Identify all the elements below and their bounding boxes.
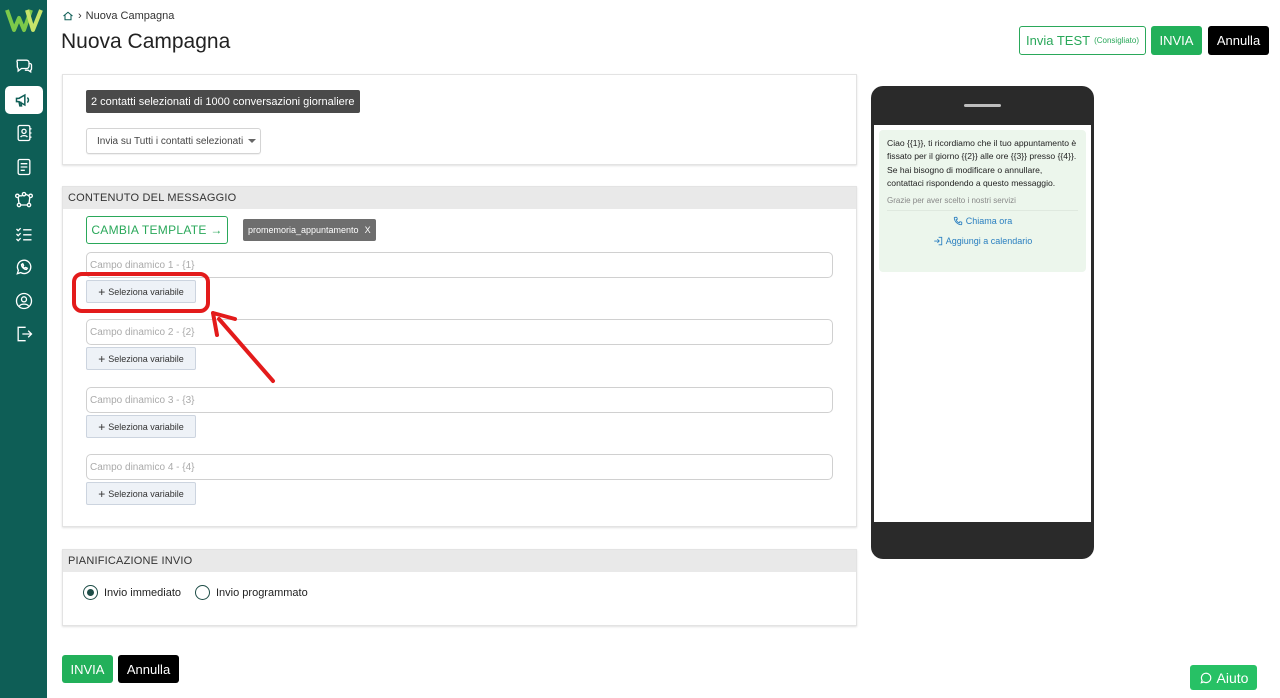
preview-calendar-label: Aggiungi a calendario <box>945 235 1033 246</box>
checklist-icon[interactable] <box>5 220 43 248</box>
dynamic-field-1-input[interactable] <box>90 259 832 271</box>
phone-speaker <box>964 104 1001 107</box>
dynamic-field-3-input[interactable] <box>90 394 832 406</box>
send-button-bottom[interactable]: INVIA <box>62 655 113 683</box>
preview-call-button: Chiama ora <box>887 211 1078 231</box>
login-arrow-icon <box>933 236 942 245</box>
preview-calendar-button: Aggiungi a calendario <box>887 231 1078 251</box>
select-variable-button-1[interactable]: + Seleziona variabile <box>86 280 196 303</box>
template-chip: promemoria_appuntamento X <box>243 219 376 241</box>
send-test-hint: (Consigliato) <box>1094 36 1139 45</box>
select-variable-button-3[interactable]: + Seleziona variabile <box>86 415 196 438</box>
plus-icon: + <box>98 351 106 366</box>
send-mode-value: Invia su Tutti i contatti selezionati <box>97 135 244 147</box>
send-test-button[interactable]: Invia TEST (Consigliato) <box>1019 26 1146 55</box>
whatsapp-icon <box>1199 672 1211 684</box>
send-button-top[interactable]: INVIA <box>1151 26 1202 55</box>
phone-screen: Ciao {{1}}, ti ricordiamo che il tuo app… <box>874 125 1091 522</box>
home-icon[interactable] <box>62 10 74 22</box>
send-mode-select[interactable]: Invia su Tutti i contatti selezionati <box>86 128 261 154</box>
radio-immediate-label: Invio immediato <box>104 586 182 599</box>
breadcrumb-separator: › <box>78 10 82 22</box>
logout-icon[interactable] <box>5 320 43 348</box>
radio-scheduled-label: Invio programmato <box>216 586 308 599</box>
preview-call-label: Chiama ora <box>965 215 1013 226</box>
schedule-section-title: PIANIFICAZIONE INVIO <box>63 550 856 572</box>
select-variable-button-2[interactable]: + Seleziona variabile <box>86 347 196 370</box>
template-remove-button[interactable]: X <box>365 225 371 235</box>
change-template-button[interactable]: CAMBIA TEMPLATE → <box>86 216 228 244</box>
preview-body: Ciao {{1}}, ti ricordiamo che il tuo app… <box>887 138 1077 189</box>
template-name: promemoria_appuntamento <box>248 225 359 235</box>
phone-icon <box>953 216 962 225</box>
select-variable-button-4[interactable]: + Seleziona variabile <box>86 482 196 505</box>
plus-icon: + <box>98 486 106 501</box>
preview-footer: Grazie per aver scelto i nostri servizi <box>887 196 1078 211</box>
radio-immediate-indicator[interactable] <box>83 585 98 600</box>
message-section-title: CONTENUTO DEL MESSAGGIO <box>63 187 856 209</box>
radio-scheduled-indicator[interactable] <box>195 585 210 600</box>
chat-icon[interactable] <box>5 52 43 80</box>
caret-down-icon <box>248 139 257 143</box>
dynamic-field-3[interactable] <box>86 387 833 413</box>
flow-network-icon[interactable] <box>5 186 43 214</box>
select-variable-label: Seleziona variabile <box>108 488 184 499</box>
help-button[interactable]: Aiuto <box>1190 665 1257 690</box>
document-icon[interactable] <box>5 153 43 181</box>
send-test-label: Invia TEST <box>1026 33 1091 48</box>
phone-preview: Ciao {{1}}, ti ricordiamo che il tuo app… <box>871 86 1094 559</box>
megaphone-icon[interactable] <box>5 86 43 114</box>
whatsapp-icon[interactable] <box>5 253 43 281</box>
select-variable-label: Seleziona variabile <box>108 286 184 297</box>
brand-logo-icon[interactable] <box>5 6 43 34</box>
plus-icon: + <box>98 284 106 299</box>
dynamic-field-1[interactable] <box>86 252 833 278</box>
dynamic-field-4-input[interactable] <box>90 461 832 473</box>
cancel-button-bottom[interactable]: Annulla <box>118 655 179 683</box>
plus-icon: + <box>98 419 106 434</box>
radio-immediate[interactable]: Invio immediato <box>83 585 181 600</box>
breadcrumb-current: Nuova Campagna <box>85 10 175 22</box>
page-title: Nuova Campagna <box>61 30 231 53</box>
contacts-book-icon[interactable] <box>5 119 43 147</box>
message-bubble: Ciao {{1}}, ti ricordiamo che il tuo app… <box>879 130 1086 272</box>
select-variable-label: Seleziona variabile <box>108 353 184 364</box>
selected-contacts-badge: 2 contatti selezionati di 1000 conversaz… <box>86 90 360 113</box>
schedule-card: PIANIFICAZIONE INVIO <box>62 549 857 626</box>
help-label: Aiuto <box>1216 669 1249 686</box>
user-profile-icon[interactable] <box>5 287 43 315</box>
breadcrumb: › Nuova Campagna <box>62 10 174 22</box>
sidebar <box>0 0 47 698</box>
dynamic-field-2-input[interactable] <box>90 326 832 338</box>
radio-scheduled[interactable]: Invio programmato <box>195 585 308 600</box>
select-variable-label: Seleziona variabile <box>108 421 184 432</box>
dynamic-field-4[interactable] <box>86 454 833 480</box>
dynamic-field-2[interactable] <box>86 319 833 345</box>
cancel-button-top[interactable]: Annulla <box>1208 26 1269 55</box>
